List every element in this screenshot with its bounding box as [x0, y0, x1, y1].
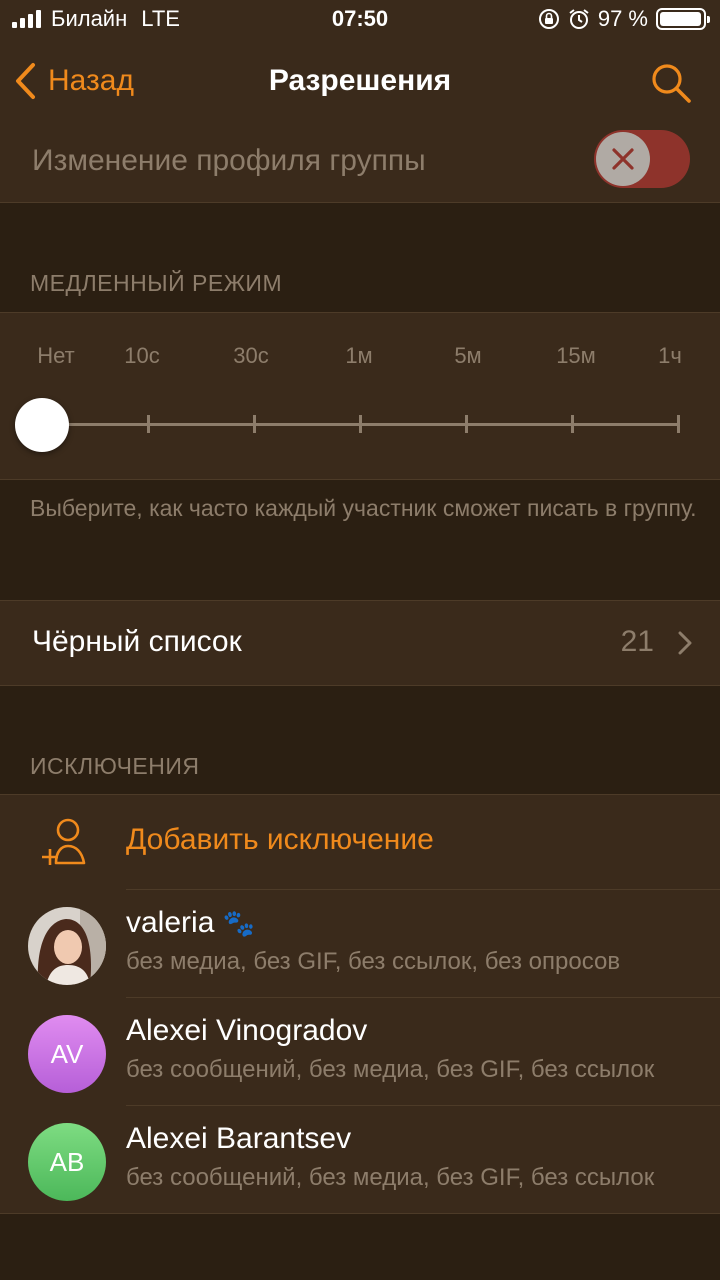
signal-icon: [12, 10, 41, 28]
slider-tick: [677, 415, 680, 433]
slow-mode-header: МЕДЛЕННЫЙ РЕЖИМ: [30, 270, 283, 296]
slider-tick: [571, 415, 574, 433]
status-right: 97 %: [538, 6, 710, 32]
avatar: [28, 907, 106, 985]
back-button[interactable]: Назад: [14, 62, 134, 100]
exception-user-row[interactable]: valeria 🐾 без медиа, без GIF, без ссылок…: [0, 890, 720, 998]
slow-mode-footnote: Выберите, как часто каждый участник смож…: [30, 495, 697, 521]
user-name: Alexei Vinogradov: [126, 1014, 368, 1047]
user-name: valeria 🐾: [126, 906, 256, 939]
add-user-icon: [42, 818, 86, 865]
user-photo: [28, 907, 106, 985]
user-name: Alexei Barantsev: [126, 1122, 352, 1155]
avatar-initials: AB: [49, 1146, 85, 1177]
blacklist-label: Чёрный список: [32, 625, 242, 658]
slider-label-1m[interactable]: 1м: [345, 343, 372, 369]
navigation-bar: Назад Разрешения: [0, 40, 720, 125]
blacklist-row[interactable]: Чёрный список 21: [0, 600, 720, 686]
slider-tick: [147, 415, 150, 433]
exception-user-row[interactable]: AV Alexei Vinogradov без сообщений, без …: [0, 998, 720, 1106]
slider-label-5m[interactable]: 5м: [454, 343, 481, 369]
network-label: LTE: [141, 6, 180, 31]
exceptions-header: ИСКЛЮЧЕНИЯ: [30, 753, 200, 779]
slider-thumb[interactable]: [15, 398, 69, 452]
slider-tick: [253, 415, 256, 433]
avatar-initials: AV: [50, 1038, 84, 1069]
chevron-left-icon: [16, 63, 35, 99]
slider-label-15m[interactable]: 15м: [556, 343, 596, 369]
add-exception-label: Добавить исключение: [126, 823, 434, 856]
user-restrictions: без сообщений, без медиа, без GIF, без с…: [126, 1164, 655, 1191]
alarm-icon: [569, 9, 589, 29]
permission-label: Изменение профиля группы: [32, 144, 426, 177]
orientation-lock-icon: [538, 9, 559, 29]
battery-icon: [656, 8, 710, 30]
user-restrictions: без медиа, без GIF, без ссылок, без опро…: [126, 948, 621, 975]
avatar: AV: [28, 1015, 106, 1093]
search-icon[interactable]: [650, 62, 692, 104]
paw-prints-icon: 🐾: [222, 908, 256, 938]
back-label: Назад: [48, 64, 134, 97]
slider-label-30s[interactable]: 30с: [233, 343, 268, 369]
exception-user-row[interactable]: AB Alexei Barantsev без сообщений, без м…: [0, 1106, 720, 1214]
slider-label-off[interactable]: Нет: [37, 343, 74, 369]
slow-mode-slider-panel: Нет 10с 30с 1м 5м 15м 1ч: [0, 312, 720, 480]
chevron-right-icon: [678, 631, 692, 655]
carrier-label: Билайн: [51, 6, 128, 31]
user-restrictions: без сообщений, без медиа, без GIF, без с…: [126, 1056, 655, 1083]
blacklist-count: 21: [620, 625, 654, 658]
change-profile-toggle[interactable]: [594, 130, 690, 188]
exceptions-list: Добавить исключение valeria 🐾 без медиа,…: [0, 794, 720, 1214]
slider-label-1h[interactable]: 1ч: [658, 343, 682, 369]
slider-label-10s[interactable]: 10с: [124, 343, 159, 369]
slider-tick: [359, 415, 362, 433]
status-bar: Билайн LTE 07:50 97 %: [0, 0, 720, 40]
permission-row-change-group-profile: Изменение профиля группы: [0, 124, 720, 203]
avatar: AB: [28, 1123, 106, 1201]
close-icon: [612, 148, 634, 170]
add-exception-button[interactable]: Добавить исключение: [0, 795, 720, 889]
toggle-knob: [596, 132, 650, 186]
battery-percent: 97 %: [597, 6, 648, 31]
status-left: Билайн LTE: [12, 6, 180, 32]
slider-tick: [465, 415, 468, 433]
